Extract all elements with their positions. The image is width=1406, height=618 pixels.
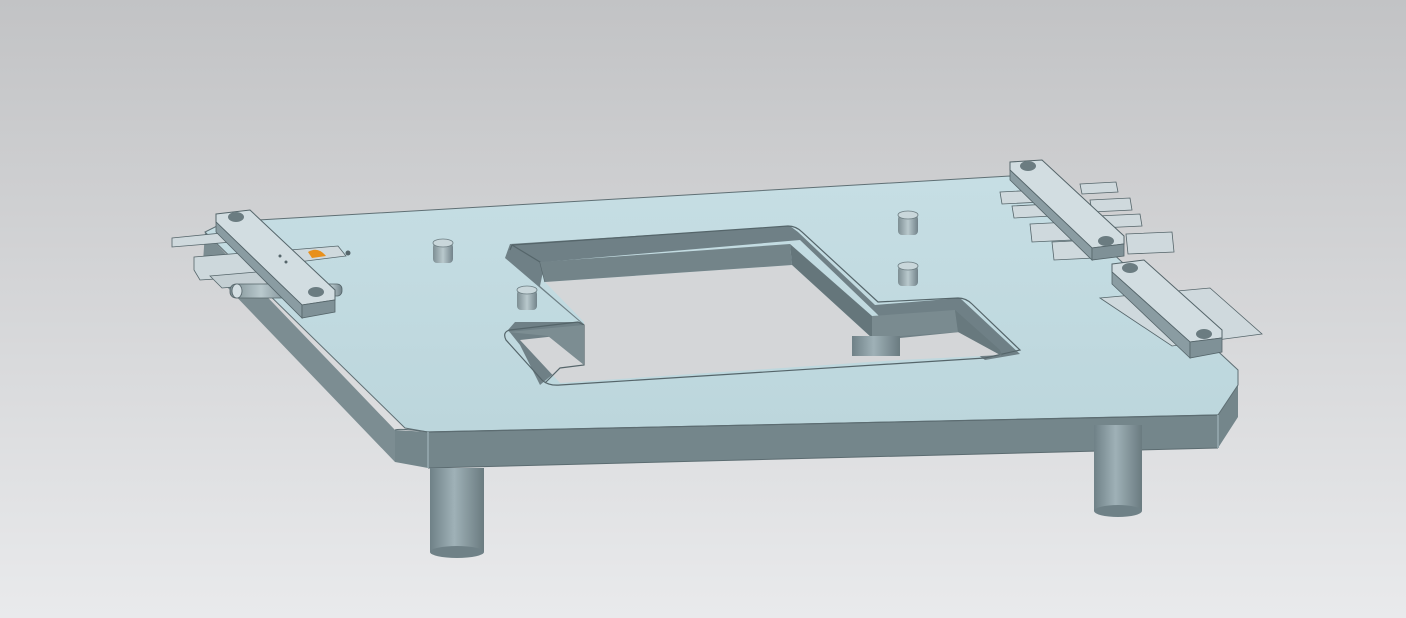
front-leg-right[interactable] — [1094, 425, 1142, 517]
locating-pin-1[interactable] — [432, 238, 454, 263]
small-hole — [345, 250, 351, 256]
locating-pin-3[interactable] — [897, 210, 919, 235]
locating-pin-2[interactable] — [516, 285, 538, 310]
locating-pin-4[interactable] — [897, 261, 919, 286]
cad-viewport[interactable] — [0, 0, 1406, 618]
cad-model-view[interactable] — [0, 0, 1406, 618]
front-leg-left[interactable] — [430, 468, 484, 558]
